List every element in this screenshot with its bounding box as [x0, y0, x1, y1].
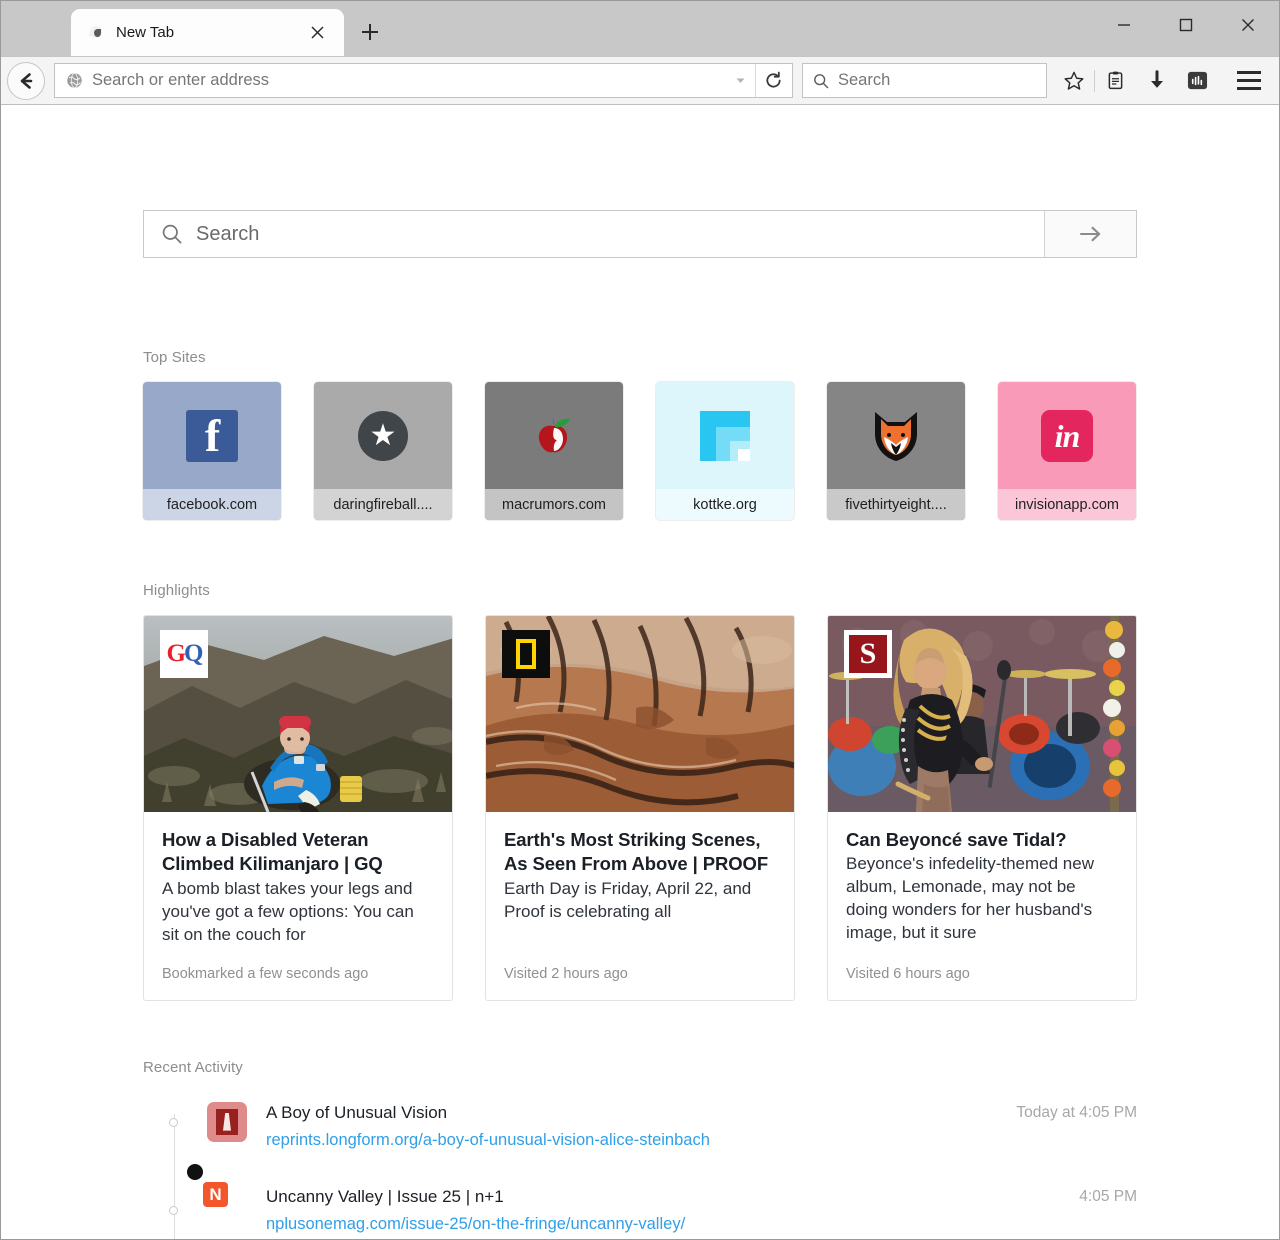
highlight-card-meta: Visited 2 hours ago	[504, 965, 628, 982]
invision-icon: in	[1041, 409, 1093, 462]
highlight-card-body: Earth's Most Striking Scenes, As Seen Fr…	[486, 812, 794, 947]
highlight-card-body: Can Beyoncé save Tidal? Beyonce's infede…	[828, 812, 1136, 947]
highlight-card[interactable]: GQ How a Disabled Veteran Climbed Kilima…	[143, 615, 453, 1001]
downloads-icon[interactable]	[1136, 61, 1177, 101]
top-site-tile-fivethirtyeight[interactable]: fivethirtyeight....	[827, 382, 965, 520]
top-site-thumbnail	[827, 382, 965, 489]
page-search-box[interactable]: Search	[143, 210, 1137, 258]
top-site-thumbnail	[485, 382, 623, 489]
top-sites-grid: facebook.com ★ daringfireball....	[143, 382, 1137, 520]
highlight-card[interactable]: Earth's Most Striking Scenes, As Seen Fr…	[485, 615, 795, 1001]
minimize-button[interactable]	[1093, 1, 1155, 49]
tab-strip: New Tab	[1, 1, 1279, 56]
highlights-grid: GQ How a Disabled Veteran Climbed Kilima…	[143, 615, 1137, 1001]
top-site-tile-facebook[interactable]: facebook.com	[143, 382, 281, 520]
top-site-label: macrumors.com	[485, 489, 623, 520]
highlight-card-meta: Visited 6 hours ago	[846, 965, 970, 982]
top-site-label: facebook.com	[143, 489, 281, 520]
slate-logo-icon: S	[844, 630, 892, 678]
arrow-right-icon	[1079, 226, 1100, 242]
gq-logo-icon: GQ	[160, 630, 208, 678]
recent-activity-list: A Boy of Unusual Vision reprints.longfor…	[143, 1100, 1137, 1239]
top-site-label: invisionapp.com	[998, 489, 1136, 520]
maximize-button[interactable]	[1155, 1, 1217, 49]
activity-row-url[interactable]: nplusonemag.com/issue-25/on-the-fringe/u…	[266, 1213, 1061, 1235]
facebook-icon	[186, 409, 238, 462]
address-bar[interactable]: Search or enter address	[54, 63, 793, 98]
new-tab-page: Search Top Sites facebook.com	[1, 105, 1279, 1239]
toolbar-buttons	[1053, 61, 1271, 101]
top-site-label: fivethirtyeight....	[827, 489, 965, 520]
browser-window: New Tab Search or enter address Search S…	[0, 0, 1280, 1240]
search-icon	[162, 224, 182, 244]
highlights-heading: Highlights	[143, 582, 210, 599]
pocket-icon[interactable]	[1177, 61, 1218, 101]
timeline-dot-icon	[169, 1117, 178, 1127]
apple-icon	[530, 412, 578, 460]
top-site-thumbnail: in	[998, 382, 1136, 489]
highlight-card-meta: Bookmarked a few seconds ago	[162, 965, 369, 982]
activity-row-text: Uncanny Valley | Issue 25 | n+1 nplusone…	[266, 1184, 1061, 1235]
toolbar-search-placeholder: Search	[838, 71, 891, 89]
close-tab-icon[interactable]	[304, 20, 330, 46]
new-tab-button[interactable]	[350, 12, 390, 52]
highlight-card-description: Earth Day is Friday, April 22, and Proof…	[504, 878, 752, 921]
window-controls	[1093, 1, 1279, 49]
highlight-card-description: A bomb blast takes your legs and you've …	[162, 878, 414, 944]
activity-row-url[interactable]: reprints.longform.org/a-boy-of-unusual-v…	[266, 1129, 998, 1151]
timeline-dot-icon	[169, 1205, 178, 1215]
top-site-tile-kottke[interactable]: kottke.org	[656, 382, 794, 520]
top-site-tile-invisionapp[interactable]: in invisionapp.com	[998, 382, 1136, 520]
close-button[interactable]	[1217, 1, 1279, 49]
recent-activity-heading: Recent Activity	[143, 1058, 243, 1076]
national-geographic-logo-icon	[502, 630, 550, 678]
top-site-label: daringfireball....	[314, 489, 452, 520]
navigation-toolbar: Search or enter address Search	[1, 56, 1279, 105]
reload-button[interactable]	[756, 64, 790, 97]
search-icon	[814, 73, 829, 88]
top-site-tile-daringfireball[interactable]: ★ daringfireball....	[314, 382, 452, 520]
activity-row-time: 4:05 PM	[1079, 1187, 1137, 1205]
activity-row[interactable]: N Uncanny Valley | Issue 25 | n+1 npluso…	[169, 1163, 1137, 1239]
top-site-thumbnail	[143, 382, 281, 489]
top-site-label: kottke.org	[656, 489, 794, 520]
activity-row-title: A Boy of Unusual Vision	[266, 1102, 448, 1122]
reading-list-icon[interactable]	[1095, 61, 1136, 101]
longform-lighthouse-icon	[207, 1101, 247, 1142]
page-search-placeholder: Search	[196, 222, 260, 245]
address-bar-dropdown-icon[interactable]	[726, 64, 756, 97]
firefox-logo-icon	[87, 23, 106, 42]
activity-row-title: Uncanny Valley | Issue 25 | n+1	[266, 1186, 504, 1206]
beyonce-performance-photo: S	[828, 616, 1136, 812]
toolbar-search-box[interactable]: Search	[802, 63, 1047, 98]
activity-row-text: A Boy of Unusual Vision reprints.longfor…	[266, 1100, 998, 1151]
nplusone-icon: N	[187, 1163, 247, 1226]
top-site-thumbnail	[656, 382, 794, 489]
activity-row-time: Today at 4:05 PM	[1016, 1103, 1137, 1121]
kottke-square-icon	[700, 410, 750, 461]
highlight-card-title: Can Beyoncé save Tidal?	[846, 829, 1067, 850]
back-button[interactable]	[7, 61, 45, 100]
tab-title: New Tab	[116, 24, 175, 41]
page-search-submit-button[interactable]	[1044, 211, 1136, 257]
browser-tab-new-tab[interactable]: New Tab	[71, 9, 344, 56]
highlight-card[interactable]: S Can Beyoncé save Tidal? Beyonce's infe…	[827, 615, 1137, 1001]
highlight-card-body: How a Disabled Veteran Climbed Kilimanja…	[144, 812, 452, 947]
top-site-thumbnail: ★	[314, 382, 452, 489]
highlight-card-description: Beyonce's infedelity-themed new album, L…	[846, 854, 1094, 943]
aerial-canyon-photo	[486, 616, 794, 812]
fox-icon	[873, 410, 919, 462]
mountain-climber-photo: GQ	[144, 616, 452, 812]
bookmark-star-icon[interactable]	[1053, 61, 1094, 101]
hamburger-menu-icon[interactable]	[1227, 61, 1271, 101]
star-icon: ★	[358, 410, 408, 461]
page-search-input[interactable]: Search	[144, 211, 1044, 257]
top-sites-heading: Top Sites	[143, 349, 206, 366]
top-site-tile-macrumors[interactable]: macrumors.com	[485, 382, 623, 520]
activity-row[interactable]: A Boy of Unusual Vision reprints.longfor…	[169, 1100, 1137, 1162]
highlight-card-title: Earth's Most Striking Scenes, As Seen Fr…	[504, 829, 769, 875]
globe-icon	[66, 72, 83, 89]
highlight-card-title: How a Disabled Veteran Climbed Kilimanja…	[162, 829, 383, 875]
address-bar-placeholder: Search or enter address	[92, 71, 270, 89]
